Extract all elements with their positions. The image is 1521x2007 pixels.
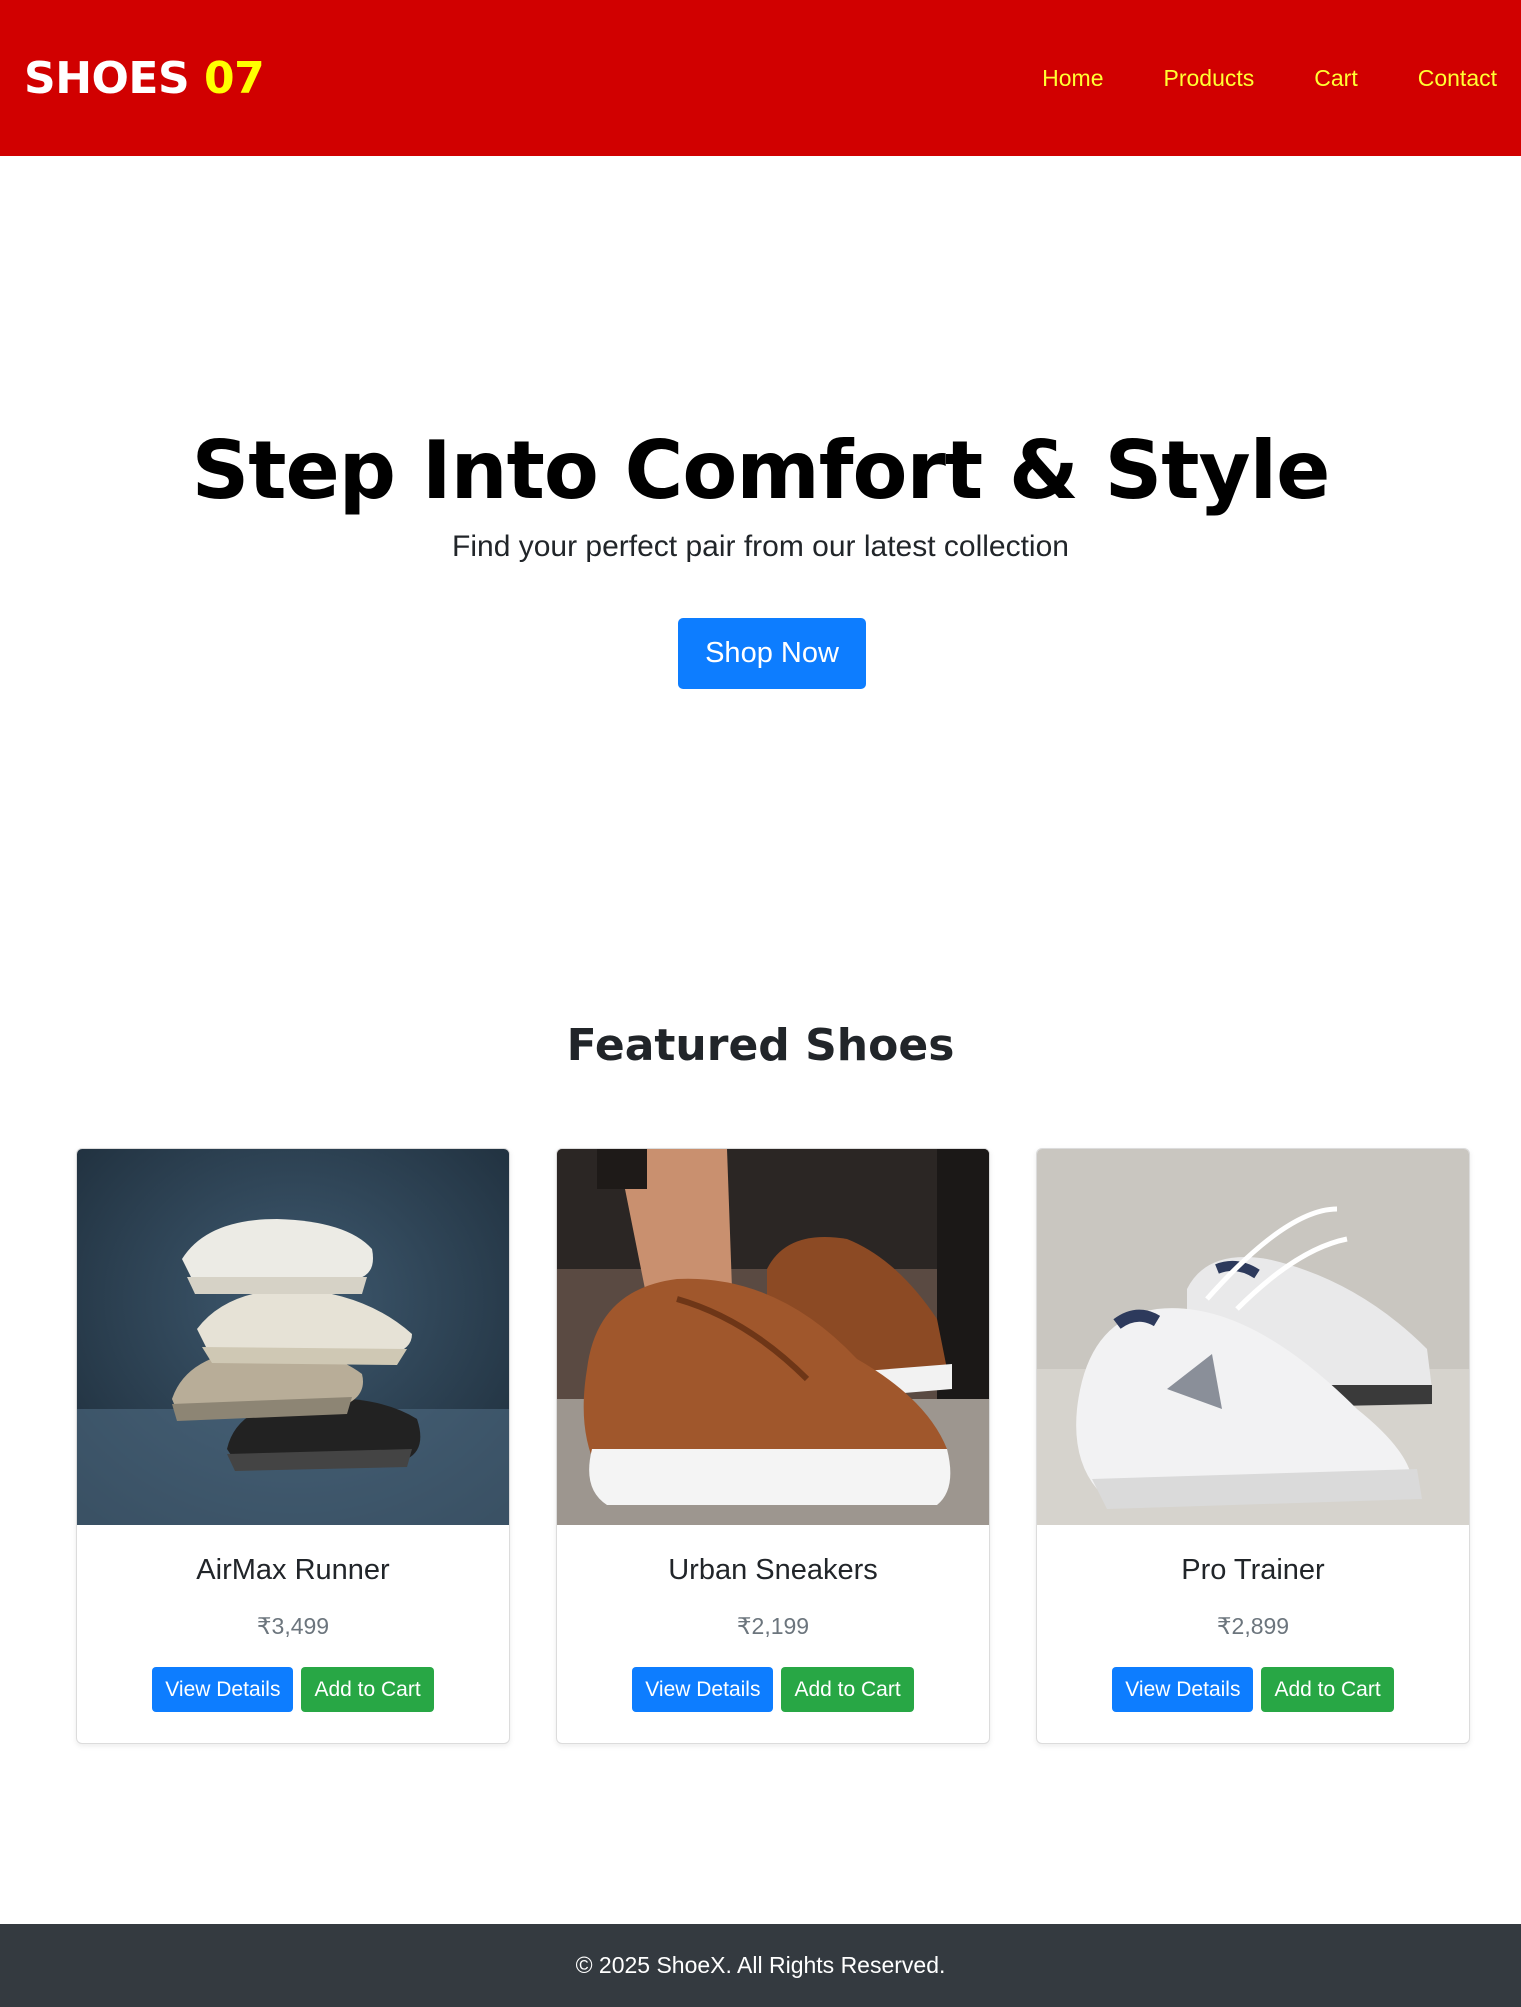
product-image-urban: [557, 1149, 989, 1525]
product-card: AirMax Runner ₹3,499 View Details Add to…: [76, 1148, 510, 1744]
navbar: SHOES 07 Home Products Cart Contact: [0, 0, 1521, 156]
footer: © 2025 ShoeX. All Rights Reserved.: [0, 1924, 1521, 2007]
hero-subtitle: Find your perfect pair from our latest c…: [452, 530, 1069, 563]
product-name: Pro Trainer: [1181, 1554, 1325, 1586]
product-price: ₹3,499: [256, 1613, 330, 1639]
nav-link-home[interactable]: Home: [1042, 65, 1103, 92]
add-to-cart-button[interactable]: Add to Cart: [1261, 1667, 1394, 1712]
featured-title: Featured Shoes: [566, 1020, 955, 1071]
product-image-airmax: [77, 1149, 509, 1525]
hero-title: Step Into Comfort & Style: [191, 424, 1331, 517]
view-details-button[interactable]: View Details: [632, 1667, 774, 1712]
nav-link-contact[interactable]: Contact: [1418, 65, 1497, 92]
nav-link-cart[interactable]: Cart: [1314, 65, 1357, 92]
footer-copyright: © 2025 ShoeX. All Rights Reserved.: [575, 1952, 946, 1978]
view-details-button[interactable]: View Details: [1112, 1667, 1254, 1712]
view-details-button[interactable]: View Details: [152, 1667, 294, 1712]
add-to-cart-button[interactable]: Add to Cart: [301, 1667, 434, 1712]
product-card: Pro Trainer ₹2,899 View Details Add to C…: [1036, 1148, 1470, 1744]
product-price: ₹2,199: [736, 1613, 810, 1639]
nav-link-products[interactable]: Products: [1164, 65, 1255, 92]
brand-number: 07: [204, 52, 265, 104]
product-image-pro-trainer: [1037, 1149, 1469, 1525]
product-name: AirMax Runner: [196, 1554, 390, 1586]
shop-now-button[interactable]: Shop Now: [678, 618, 866, 689]
card-actions: View Details Add to Cart: [1037, 1667, 1469, 1712]
card-actions: View Details Add to Cart: [557, 1667, 989, 1712]
brand-logo[interactable]: SHOES 07: [24, 52, 265, 104]
card-actions: View Details Add to Cart: [77, 1667, 509, 1712]
hero-section: Step Into Comfort & Style Find your perf…: [0, 156, 1521, 946]
product-card: Urban Sneakers ₹2,199 View Details Add t…: [556, 1148, 990, 1744]
nav-links: Home Products Cart Contact: [1042, 65, 1497, 92]
brand-text: SHOES: [24, 52, 190, 104]
add-to-cart-button[interactable]: Add to Cart: [781, 1667, 914, 1712]
product-price: ₹2,899: [1216, 1613, 1290, 1639]
product-name: Urban Sneakers: [668, 1554, 878, 1586]
